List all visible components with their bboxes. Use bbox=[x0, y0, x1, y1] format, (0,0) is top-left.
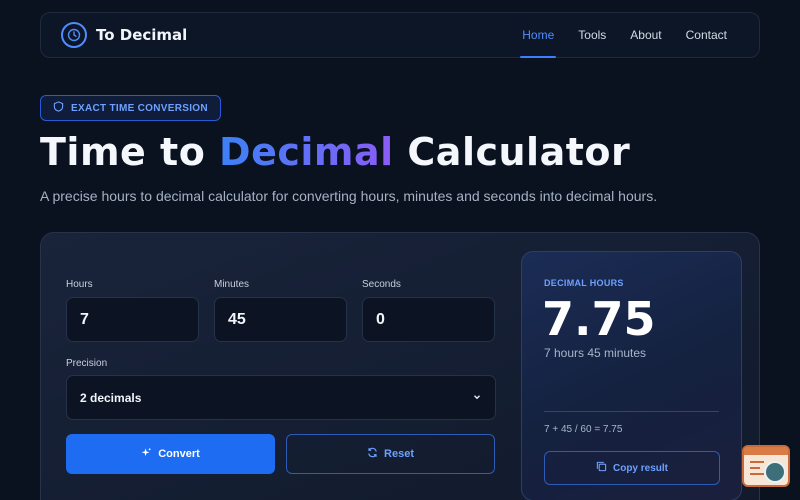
feature-badge: EXACT TIME CONVERSION bbox=[40, 95, 221, 121]
assistant-icon bbox=[764, 461, 786, 483]
copy-label: Copy result bbox=[612, 462, 668, 474]
badge-text: EXACT TIME CONVERSION bbox=[71, 102, 208, 114]
seconds-input[interactable]: 0 bbox=[362, 297, 495, 342]
sparkle-icon bbox=[141, 447, 152, 461]
shield-icon bbox=[53, 101, 64, 115]
assistant-icon-line bbox=[750, 473, 764, 475]
precision-value: 2 decimals bbox=[80, 390, 142, 405]
clock-icon[interactable] bbox=[61, 22, 87, 48]
calculator-card: Hours 7 Minutes 45 Seconds 0 Precision 2… bbox=[40, 232, 760, 500]
brand-name[interactable]: To Decimal bbox=[96, 26, 187, 44]
nav-item-about[interactable]: About bbox=[618, 13, 673, 57]
nav-item-home[interactable]: Home bbox=[510, 13, 566, 58]
result-value: 7.75 bbox=[542, 292, 656, 346]
minutes-label: Minutes bbox=[214, 279, 250, 290]
reset-button[interactable]: Reset bbox=[286, 434, 495, 474]
nav-links: Home Tools About Contact bbox=[510, 13, 739, 58]
copy-result-button[interactable]: Copy result bbox=[544, 451, 720, 485]
assistant-icon-line bbox=[750, 461, 764, 463]
result-panel: DECIMAL HOURS 7.75 7 hours 45 minutes 7 … bbox=[521, 251, 742, 500]
result-words: 7 hours 45 minutes bbox=[544, 346, 647, 360]
precision-label: Precision bbox=[66, 358, 108, 369]
result-label: DECIMAL HOURS bbox=[544, 278, 624, 288]
assistant-icon-line bbox=[750, 467, 760, 469]
hours-label: Hours bbox=[66, 279, 93, 290]
nav-item-contact[interactable]: Contact bbox=[674, 13, 739, 57]
reset-label: Reset bbox=[384, 448, 414, 460]
nav-item-tools[interactable]: Tools bbox=[566, 13, 618, 57]
floating-assistant-button[interactable] bbox=[742, 445, 790, 487]
title-accent: Decimal bbox=[219, 130, 394, 174]
title-part-2: Calculator bbox=[393, 130, 631, 174]
divider bbox=[544, 411, 719, 412]
title-part-1: Time to bbox=[40, 130, 220, 174]
copy-icon bbox=[596, 461, 607, 475]
top-navbar: To Decimal Home Tools About Contact bbox=[40, 12, 760, 58]
precision-select[interactable]: 2 decimals bbox=[66, 375, 496, 420]
convert-button[interactable]: Convert bbox=[66, 434, 275, 474]
chevron-down-icon bbox=[472, 391, 482, 405]
convert-label: Convert bbox=[158, 448, 200, 460]
page-subtitle: A precise hours to decimal calculator fo… bbox=[40, 188, 658, 204]
seconds-label: Seconds bbox=[362, 279, 401, 290]
result-formula: 7 + 45 / 60 = 7.75 bbox=[544, 424, 623, 435]
page-title: Time to Decimal Calculator bbox=[40, 130, 630, 174]
assistant-icon-bar bbox=[744, 447, 788, 455]
hours-input[interactable]: 7 bbox=[66, 297, 199, 342]
refresh-icon bbox=[367, 447, 378, 461]
minutes-input[interactable]: 45 bbox=[214, 297, 347, 342]
